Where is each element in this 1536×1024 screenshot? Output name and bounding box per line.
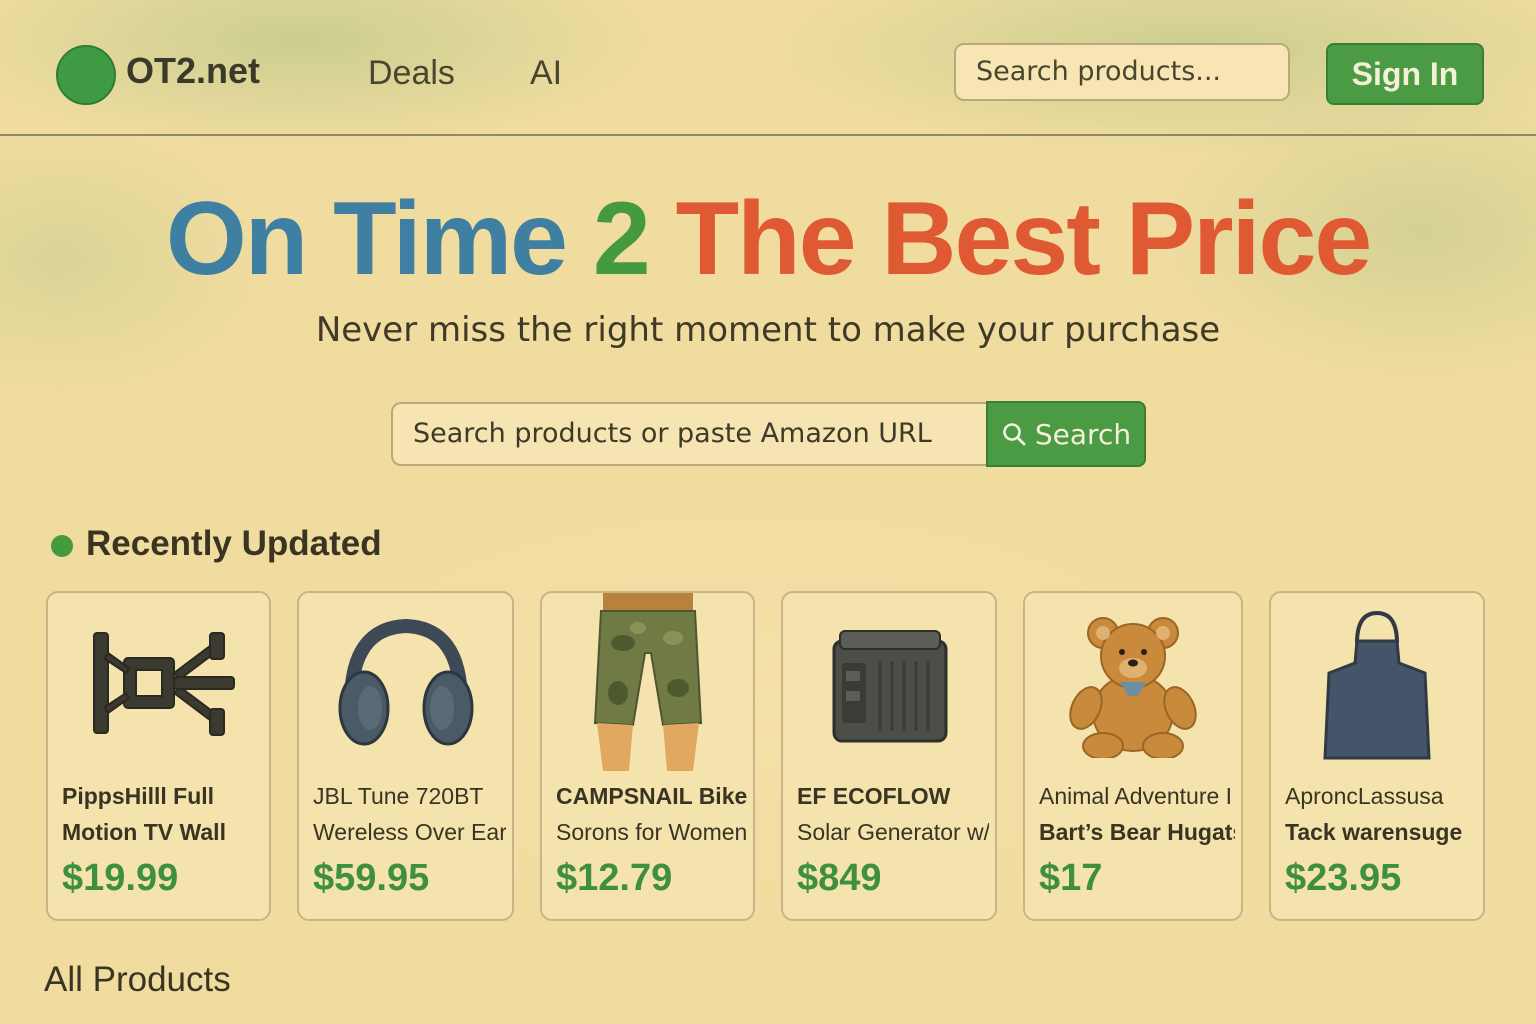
product-title-line2: Bart’s Bear Hugats [1039,819,1235,845]
product-image [48,593,269,773]
section-bullet-icon [51,535,73,557]
product-title-line2: Sorons for Women [556,819,747,845]
product-price: $23.95 [1285,857,1402,899]
product-price: $849 [797,857,882,899]
logo-mark-icon[interactable] [56,45,116,105]
product-title-line1: Animal Adventure I [1039,783,1233,809]
product-card[interactable]: JBL Tune 720BT Wereless Over Ear $59.95 [297,591,514,921]
product-price: $12.79 [556,857,673,899]
bike-shorts-icon [593,593,702,771]
product-title-line1: CAMPSNAIL Bike [556,783,747,809]
nav-link-deals[interactable]: Deals [368,54,455,93]
product-title-line1: PippsHilll Full [62,783,215,809]
all-products-title: All Products [44,960,231,999]
headphones-icon [338,618,473,746]
product-title-line2: Tack warensuge [1285,819,1463,845]
main-search-input[interactable]: Search products or paste Amazon URL [391,402,991,466]
apron-icon [1323,610,1431,760]
search-icon [1003,423,1026,446]
header-search-input[interactable]: Search products... [954,43,1290,101]
product-card[interactable]: CAMPSNAIL Bike Sorons for Women $12.79 [540,591,755,921]
sign-in-button[interactable]: Sign In [1326,43,1484,105]
teddy-bear-icon [1069,617,1197,758]
product-image [1025,593,1241,773]
recently-updated-title: Recently Updated [86,524,382,563]
product-price: $19.99 [62,857,179,899]
top-header: OT2.net Deals AI Search products... Sign… [0,0,1536,136]
hero-title: On Time 2 The Best Price [0,180,1536,299]
hero-subtitle: Never miss the right moment to make your… [315,310,1221,350]
product-title-line1: EF ECOFLOW [797,783,951,809]
product-title-line2: Wereless Over Ear [313,819,506,845]
main-search-button[interactable]: Search [986,401,1146,467]
product-image [1271,593,1483,773]
product-title-line2: Motion TV Wall [62,819,226,845]
product-card[interactable]: PippsHilll Full Motion TV Wall $19.99 [46,591,271,921]
tv-mount-icon [92,632,235,736]
product-card[interactable]: Animal Adventure I Bart’s Bear Hugats $1… [1023,591,1243,921]
hero-title-part-on-time: On Time [165,181,593,297]
product-image [299,593,512,773]
product-price: $59.95 [313,857,430,899]
main-search-button-label: Search [1034,417,1132,451]
product-title-line1: JBL Tune 720BT [313,783,484,809]
nav-link-ai[interactable]: AI [530,54,562,93]
product-image [542,593,753,773]
hero-title-part-2: 2 [592,181,651,297]
product-title-line2: Solar Generator w/ [797,819,989,845]
product-card[interactable]: AproncLassusa Tack warensuge $23.95 [1269,591,1485,921]
logo-text[interactable]: OT2.net [126,50,260,92]
product-price: $17 [1039,857,1103,899]
product-image [783,593,995,773]
product-card[interactable]: EF ECOFLOW Solar Generator w/ $849 [781,591,997,921]
hero-title-part-best-price: The Best Price [648,181,1373,297]
power-station-icon [832,630,948,743]
product-title-line1: AproncLassusa [1285,783,1444,809]
